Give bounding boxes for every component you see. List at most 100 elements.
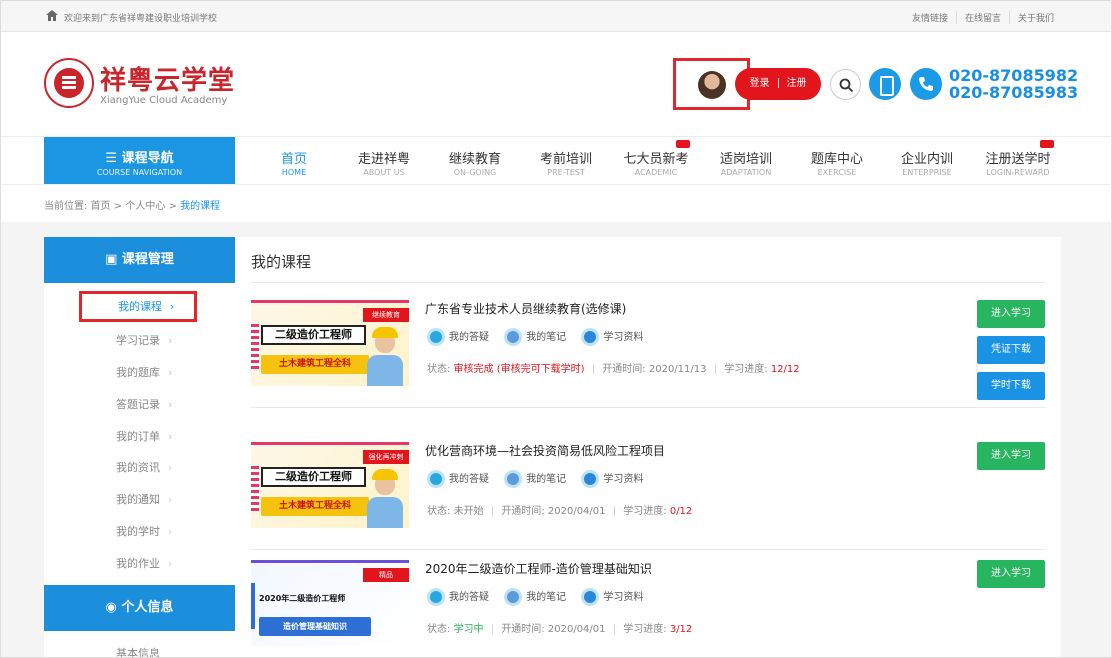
qa-link[interactable]: 我的答疑: [427, 470, 489, 488]
chevron-right-icon: ›: [168, 493, 173, 506]
sidebar-item-news[interactable]: 我的资讯 ›: [116, 459, 216, 475]
sidebar-item-my-courses[interactable]: 我的课程 ›: [79, 291, 197, 322]
breadcrumb-home[interactable]: 首页: [91, 201, 111, 212]
nav-adaptation[interactable]: 适岗培训 ADAPTATION: [706, 137, 786, 185]
sidebar-item-study-records[interactable]: 学习记录 ›: [116, 332, 216, 348]
course-status: 状态: 审核完成 (审核完可下载学时) | 开通时间: 2020/11/13 |…: [427, 360, 800, 375]
nav-pretest[interactable]: 考前培训 PRE-TEST: [526, 137, 606, 185]
breadcrumb-center[interactable]: 个人中心: [125, 201, 165, 212]
logo-subtitle: XiangYue Cloud Academy: [100, 95, 228, 106]
sidebar-item-label: 基本信息: [116, 647, 160, 658]
nav-label: 走进祥粤: [357, 152, 410, 167]
nav-about[interactable]: 走进祥粤 ABOUT US: [344, 137, 424, 185]
nav-ongoing[interactable]: 继续教育 ON-GOING: [435, 137, 515, 185]
sidebar-item-orders[interactable]: 我的订单 ›: [116, 428, 216, 444]
sidebar-item-label: 我的课程: [118, 300, 162, 313]
sidebar-item-basic-info[interactable]: 基本信息: [116, 645, 216, 658]
friend-links-link[interactable]: 友情链接: [904, 11, 956, 24]
sidebar-item-homework[interactable]: 我的作业 ›: [116, 555, 216, 571]
nav-exercise[interactable]: 题库中心 EXERCISE: [797, 137, 877, 185]
link-label: 我的答疑: [449, 592, 489, 603]
nav-home[interactable]: 首页 HOME: [254, 137, 334, 185]
page-title: 我的课程: [251, 253, 312, 271]
separator: |: [490, 624, 495, 635]
course-thumbnail[interactable]: 精品 2020年二级造价工程师 造价管理基础知识: [251, 560, 409, 646]
chevron-right-icon: ›: [168, 461, 173, 474]
home-icon[interactable]: [46, 10, 58, 21]
separator: |: [591, 364, 596, 375]
sidebar-item-answer-records[interactable]: 答题记录 ›: [116, 396, 216, 412]
enter-study-button[interactable]: 进入学习: [977, 560, 1045, 588]
notes-icon: [504, 470, 523, 488]
nav-academic[interactable]: 七大员新考 ACADEMIC: [616, 137, 696, 185]
progress-value: 12/12: [770, 364, 800, 375]
main-nav: ☰ 课程导航 COURSE NAVIGATION 首页 HOME 走进祥粤 ABOU…: [0, 136, 1112, 185]
sidebar-course-management-header: ▣ 课程管理: [44, 237, 235, 283]
course-card: 强化再冲刺 二级造价工程师 土木建筑工程全科 优化营商环境—社会投资简易低风险工…: [251, 432, 1045, 550]
login-link[interactable]: 登录: [750, 78, 770, 89]
sidebar-item-notifications[interactable]: 我的通知 ›: [116, 491, 216, 507]
link-label: 我的笔记: [526, 474, 567, 485]
qa-link[interactable]: 我的答疑: [427, 588, 489, 606]
progress-value: 3/12: [669, 624, 693, 635]
logo-title[interactable]: 祥粤云学堂: [100, 60, 235, 97]
notes-link[interactable]: 我的笔记: [504, 328, 566, 346]
link-label: 我的答疑: [449, 474, 489, 485]
link-label: 学习资料: [603, 474, 644, 485]
nav-enterprise[interactable]: 企业内训 ENTERPRISE: [887, 137, 967, 185]
register-link[interactable]: 注册: [787, 78, 807, 89]
sidebar-item-study-hours[interactable]: 我的学时 ›: [116, 523, 216, 539]
phone-icon[interactable]: [910, 68, 942, 100]
search-button[interactable]: [830, 69, 861, 100]
notes-link[interactable]: 我的笔记: [504, 470, 566, 488]
course-title[interactable]: 2020年二级造价工程师-造价管理基础知识: [425, 560, 652, 577]
status-label: 状态:: [427, 364, 451, 375]
course-links: 我的答疑 我的笔记 学习资料: [427, 470, 655, 488]
chevron-right-icon: ›: [168, 334, 173, 347]
materials-link[interactable]: 学习资料: [581, 328, 643, 346]
avatar[interactable]: [698, 71, 726, 99]
course-card: 精品 2020年二级造价工程师 造价管理基础知识 2020年二级造价工程师-造价…: [251, 550, 1045, 658]
ribbon-decoration: [251, 583, 255, 629]
login-register-button[interactable]: 登录 注册: [735, 68, 821, 100]
qa-link[interactable]: 我的答疑: [427, 328, 489, 346]
chevron-right-icon: ›: [168, 557, 173, 570]
welcome-text: 欢迎来到广东省祥粤建设职业培训学校: [64, 14, 218, 24]
nav-label-en: ACADEMIC: [634, 168, 678, 177]
hours-download-button[interactable]: 学时下载: [977, 372, 1045, 400]
breadcrumb-current: 我的课程: [180, 201, 221, 212]
link-label: 我的答疑: [449, 332, 489, 343]
chat-icon: ◉: [105, 600, 122, 615]
progress-value: 0/12: [669, 506, 693, 517]
phone-number-2: 020-87085983: [949, 83, 1079, 102]
course-thumbnail[interactable]: 继续教育 二级造价工程师 土木建筑工程全科: [251, 300, 409, 386]
course-title[interactable]: 优化营商环境—社会投资简易低风险工程项目: [425, 442, 665, 459]
nav-label-en: ON-GOING: [453, 168, 497, 177]
course-navigation-button[interactable]: ☰ 课程导航 COURSE NAVIGATION: [44, 137, 235, 185]
status-value: 审核完成 (审核完可下载学时): [453, 364, 585, 375]
nav-label-en: ENTERPRISE: [902, 168, 952, 177]
status-label: 状态:: [427, 506, 451, 517]
thumbnail-title: 二级造价工程师: [261, 467, 366, 487]
nav-label-en: EXERCISE: [817, 168, 857, 177]
course-title[interactable]: 广东省专业技术人员继续教育(选修课): [425, 300, 626, 317]
chevron-right-icon: ›: [170, 300, 175, 313]
mobile-icon[interactable]: [869, 68, 901, 100]
enter-study-button[interactable]: 进入学习: [977, 442, 1045, 470]
notes-link[interactable]: 我的笔记: [504, 588, 566, 606]
contact-phones: 020-87085982 020-87085983: [949, 67, 1078, 101]
sidebar-item-question-bank[interactable]: 我的题库 ›: [116, 364, 216, 380]
open-date-value: 2020/04/01: [547, 506, 606, 517]
certificate-download-button[interactable]: 凭证下载: [977, 336, 1045, 364]
sidebar-item-label: 我的通知: [116, 493, 160, 506]
course-thumbnail[interactable]: 强化再冲刺 二级造价工程师 土木建筑工程全科: [251, 442, 409, 528]
materials-icon: [581, 588, 600, 606]
nav-label: 首页: [280, 152, 307, 167]
enter-study-button[interactable]: 进入学习: [977, 300, 1045, 328]
nav-login-reward[interactable]: 注册送学时 LOGIN-REWARD: [978, 137, 1058, 185]
materials-link[interactable]: 学习资料: [581, 588, 643, 606]
logo-icon[interactable]: [44, 58, 94, 108]
online-message-link[interactable]: 在线留言: [955, 11, 1009, 24]
materials-link[interactable]: 学习资料: [581, 470, 643, 488]
about-us-link[interactable]: 关于我们: [1008, 11, 1062, 24]
